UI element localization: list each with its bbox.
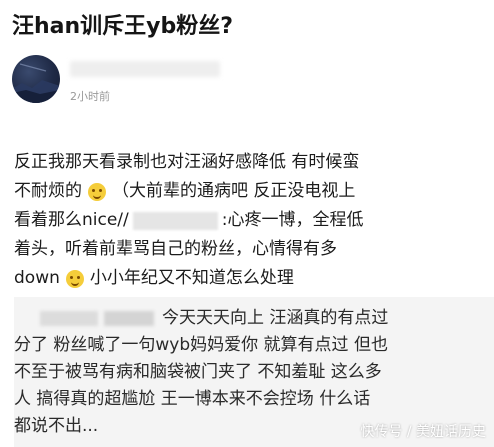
quote-line: 今天天天向上 汪涵真的有点过: [14, 305, 484, 332]
smile-emoji-icon: [88, 182, 106, 201]
username-obscured[interactable]: [70, 61, 220, 77]
quoted-post-body: 今天天天向上 汪涵真的有点过 分了 粉丝喊了一句wyb妈妈爱你 就算有点过 但也…: [14, 305, 484, 440]
quote-user-obscured: [104, 311, 154, 326]
quote-user-obscured: [40, 311, 98, 326]
post-line: 反正我那天看录制也对汪涵好感降低 有时候蛮: [14, 152, 360, 172]
post-line: 看着那么nice// :心疼一博，全程低: [14, 210, 364, 230]
quote-line: 人 搞得真的超尴尬 王一博本来不会控场 什么话: [14, 389, 371, 409]
post-line: down 小小年纪又不知道怎么处理: [14, 268, 294, 288]
smile-emoji-icon: [65, 269, 84, 288]
post-body: 反正我那天看录制也对汪涵好感降低 有时候蛮 不耐烦的 （大前辈的通病吧 反正没电…: [14, 148, 484, 293]
avatar-icon[interactable]: [12, 55, 60, 103]
page-title: 汪han训斥王yb粉丝?: [12, 14, 234, 39]
post-line: 不耐烦的 （大前辈的通病吧 反正没电视上: [14, 181, 356, 201]
quote-line: 不至于被骂有病和脑袋被门夹了 不知羞耻 这么多: [14, 362, 382, 382]
post-line: 着头，听着前辈骂自己的粉丝，心情得有多: [14, 239, 337, 259]
mention-obscured: [132, 211, 218, 230]
post-time: 2小时前: [70, 90, 110, 103]
watermark: 快传号 / 美妞话历史: [360, 424, 486, 440]
quote-line: 分了 粉丝喊了一句wyb妈妈爱你 就算有点过 但也: [14, 335, 388, 355]
